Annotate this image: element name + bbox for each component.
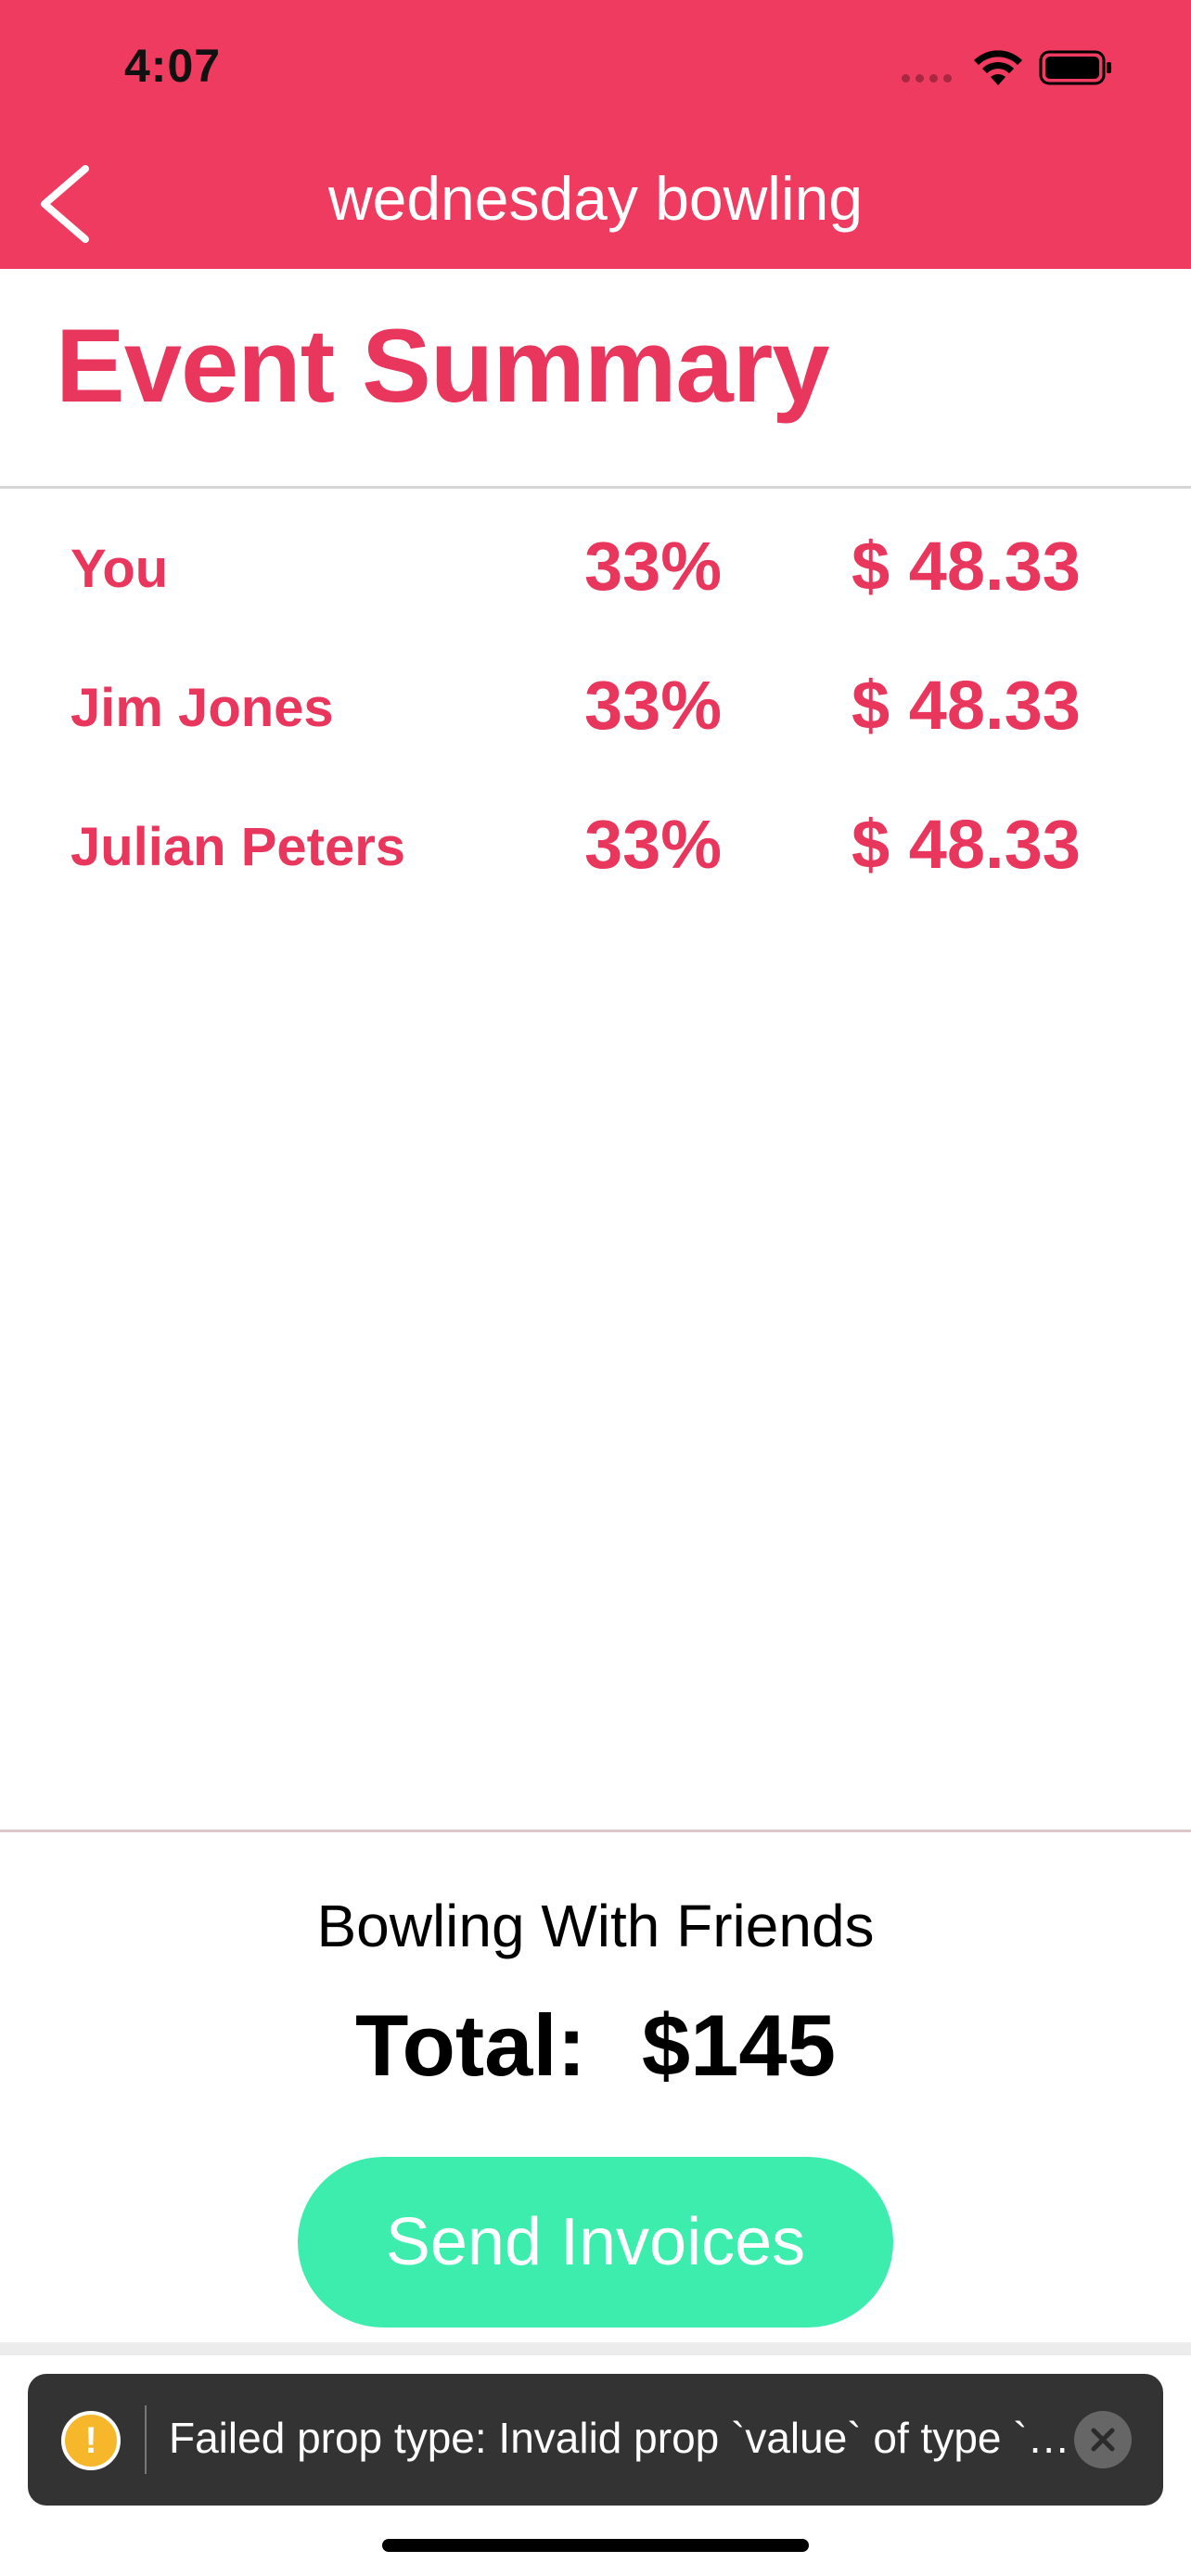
participant-name: Julian Peters [70, 817, 406, 877]
close-icon [1091, 2428, 1115, 2452]
participant-percent: 33% [584, 528, 723, 605]
warning-icon: ! [61, 2411, 121, 2470]
event-name: Bowling With Friends [316, 1893, 875, 1959]
participant-percent: 33% [584, 806, 723, 883]
header-title: wednesday bowling [327, 164, 864, 233]
toast-divider [145, 2405, 147, 2474]
home-indicator[interactable] [382, 2539, 809, 2552]
status-time: 4:07 [124, 40, 222, 92]
participant-percent: 33% [584, 667, 723, 744]
participant-row: Jim Jones 33% $ 48.33 [0, 649, 1191, 751]
wifi-icon [974, 50, 1022, 85]
total-amount: $145 [641, 1996, 836, 2094]
navigation-header: 4:07 wednesday bowling [0, 0, 1191, 269]
divider [0, 486, 1191, 489]
toast-message: Failed prop type: Invalid prop `value` o… [169, 2414, 1078, 2462]
total-label: Total: [355, 1996, 586, 2094]
tab-bar-edge [0, 2342, 1191, 2355]
warning-toast[interactable]: ! Failed prop type: Invalid prop `value`… [28, 2374, 1163, 2506]
battery-icon [1039, 50, 1111, 85]
participant-amount: $ 48.33 [852, 806, 1081, 883]
participant-name: You [70, 539, 169, 599]
divider [0, 1830, 1191, 1832]
total-line: Total: $145 [0, 1996, 1191, 2096]
participant-amount: $ 48.33 [852, 667, 1081, 744]
page-title: Event Summary [56, 308, 830, 424]
participant-row: Julian Peters 33% $ 48.33 [0, 788, 1191, 890]
close-button[interactable] [1074, 2411, 1132, 2468]
participant-name: Jim Jones [70, 678, 334, 738]
participant-row: You 33% $ 48.33 [0, 510, 1191, 612]
cellular-signal-icon [902, 74, 957, 83]
participant-amount: $ 48.33 [852, 528, 1081, 605]
send-invoices-button[interactable]: Send Invoices [298, 2157, 893, 2327]
